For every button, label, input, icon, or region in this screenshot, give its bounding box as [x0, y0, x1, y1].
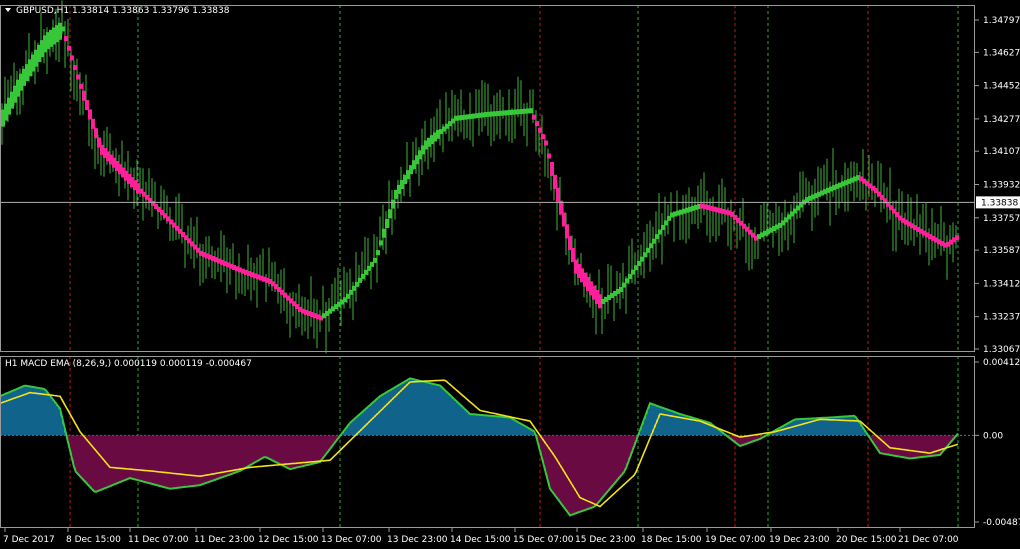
- trend-bar-down: [79, 83, 83, 89]
- trend-bar-down: [535, 121, 539, 127]
- trend-bar-down: [85, 100, 89, 111]
- trend-bar-up: [373, 257, 377, 263]
- trend-bar-down: [70, 55, 74, 61]
- time-tick-label: 19 Dec 07:00: [705, 535, 766, 545]
- price-tick-label: 1.33237: [983, 313, 1020, 323]
- trend-bar-down: [73, 65, 77, 71]
- trend-bar-down: [556, 187, 560, 202]
- price-tick-label: 1.34277: [983, 115, 1020, 125]
- trend-bar-down: [955, 235, 959, 241]
- trend-bar-up: [379, 240, 383, 246]
- macd-label: H1 MACD EMA (8,26,9,) 0.000119 0.000119 …: [5, 359, 252, 369]
- trend-bar-down: [94, 128, 98, 139]
- price-tick-label: 1.33067: [983, 345, 1020, 355]
- time-tick-label: 18 Dec 15:00: [641, 535, 702, 545]
- symbol-header[interactable]: GBPUSD,H1 1.33814 1.33863 1.33796 1.3383…: [5, 6, 230, 16]
- time-tick-label: 13 Dec 23:00: [387, 535, 448, 545]
- time-tick-label: 15 Dec 07:00: [513, 535, 574, 545]
- macd-tick-label: 0.00: [983, 431, 1003, 441]
- trend-bar-down: [82, 90, 86, 101]
- trend-bar-up: [637, 260, 641, 266]
- trend-bar-up: [664, 220, 668, 226]
- trend-bar-up: [529, 108, 533, 114]
- trend-bar-up: [391, 199, 395, 209]
- trend-bar-up: [385, 218, 389, 228]
- trend-bar-up: [640, 256, 644, 262]
- collapse-triangle-icon[interactable]: [5, 8, 11, 12]
- current-price-label: 1.33838: [981, 198, 1018, 208]
- trend-bar-down: [547, 153, 551, 159]
- price-tick-label: 1.33412: [983, 279, 1020, 289]
- time-tick-label: 14 Dec 15:00: [450, 535, 511, 545]
- trend-bar-down: [541, 134, 545, 140]
- trend-bar-up: [655, 234, 659, 240]
- time-tick-label: 15 Dec 23:00: [575, 535, 636, 545]
- trend-bar-up: [622, 282, 626, 288]
- macd-tick-label: 0.004122: [983, 358, 1020, 368]
- trend-bar-up: [625, 278, 629, 284]
- macd-panel-frame: [0, 356, 975, 528]
- price-panel[interactable]: [0, 0, 975, 354]
- trend-bar-up: [628, 273, 632, 279]
- trend-bar-down: [544, 140, 548, 146]
- time-tick-label: 11 Dec 07:00: [128, 535, 189, 545]
- trend-bar-down: [91, 118, 95, 129]
- price-tick-label: 1.34452: [983, 82, 1020, 92]
- trend-bar-up: [388, 209, 392, 219]
- price-tick-label: 1.33757: [983, 214, 1020, 224]
- trend-bar-up: [661, 224, 665, 230]
- time-tick-label: 7 Dec 2017: [3, 535, 55, 545]
- trend-bar-up: [376, 250, 380, 256]
- price-tick-label: 1.34797: [983, 16, 1020, 26]
- macd-panel[interactable]: [0, 377, 975, 517]
- trend-bar-up: [619, 286, 623, 292]
- trend-bar-down: [88, 109, 92, 120]
- price-tick-label: 1.33932: [983, 181, 1020, 191]
- time-tick-label: 12 Dec 15:00: [258, 535, 319, 545]
- trend-bar-up: [643, 252, 647, 258]
- macd-tick-label: -0.004872: [983, 518, 1020, 528]
- symbol-line: GBPUSD,H1 1.33814 1.33863 1.33796 1.3383…: [16, 6, 230, 16]
- price-panel-frame: [0, 5, 975, 352]
- trend-bar-up: [652, 238, 656, 244]
- price-tick-label: 1.34107: [983, 147, 1020, 157]
- trend-bar-down: [550, 161, 554, 176]
- trend-bar-up: [61, 26, 65, 32]
- time-tick-label: 8 Dec 15:00: [66, 535, 121, 545]
- trend-bar-up: [646, 247, 650, 253]
- trend-bar-down: [538, 127, 542, 133]
- trend-bar-down: [532, 114, 536, 120]
- time-tick-label: 21 Dec 07:00: [898, 535, 959, 545]
- trend-bar-up: [634, 265, 638, 271]
- trend-bar-up: [631, 269, 635, 275]
- time-tick-label: 13 Dec 07:00: [321, 535, 382, 545]
- chart-window[interactable]: 1.34797 1.34627 1.34452 1.34277 1.34107 1.339…: [0, 0, 1020, 549]
- time-tick-label: 20 Dec 15:00: [836, 535, 897, 545]
- trend-bar-down: [67, 45, 71, 51]
- trend-bar-down: [553, 174, 557, 189]
- trend-bar-down: [76, 74, 80, 80]
- trend-bar-up: [382, 228, 386, 238]
- time-tick-label: 19 Dec 23:00: [769, 535, 830, 545]
- price-tick-label: 1.34627: [983, 48, 1020, 58]
- trend-bar-up: [649, 243, 653, 249]
- time-tick-label: 11 Dec 23:00: [194, 535, 255, 545]
- trend-bar-up: [658, 229, 662, 235]
- trend-bar-down: [64, 36, 68, 42]
- price-tick-label: 1.33587: [983, 246, 1020, 256]
